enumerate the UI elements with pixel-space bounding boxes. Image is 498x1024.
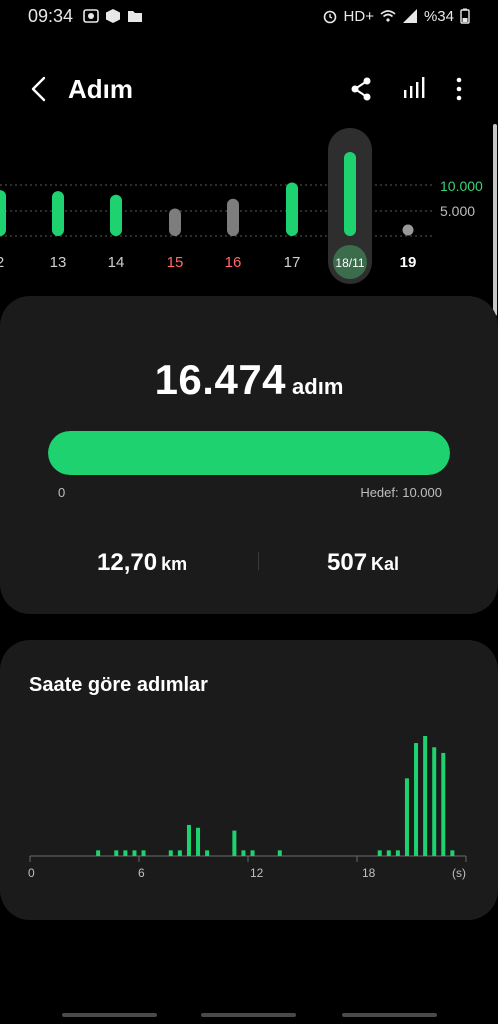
distance-value: 12,70 xyxy=(97,549,158,576)
hourly-bar xyxy=(96,850,101,856)
calories-unit: Kal xyxy=(371,554,400,574)
folder-notification-icon xyxy=(128,11,143,22)
hourly-bar xyxy=(114,850,119,856)
status-bar: 09:34 HD+ %34 xyxy=(0,0,498,32)
day-label-15[interactable]: 15 xyxy=(155,254,195,271)
hourly-bar xyxy=(141,850,146,856)
hourly-bar xyxy=(250,850,255,856)
nav-back-handle[interactable] xyxy=(342,1013,437,1017)
hour-tick-12: 12 xyxy=(250,866,264,880)
calories-value: 507 xyxy=(327,549,368,576)
hourly-bar xyxy=(386,850,391,856)
goal-gridline-label: 10.000 xyxy=(440,178,483,194)
distance-stat: 12,70 km xyxy=(97,549,187,577)
nav-recents-handle[interactable] xyxy=(62,1013,157,1017)
wifi-icon xyxy=(380,10,396,22)
day-label-19[interactable]: 19 xyxy=(388,254,428,271)
hourly-bar xyxy=(241,850,246,856)
calories-stat: 507 Kal xyxy=(327,549,399,577)
distance-unit: km xyxy=(161,554,188,574)
hourly-bar xyxy=(232,830,237,856)
scrollbar[interactable] xyxy=(493,124,497,316)
hourly-bar xyxy=(132,850,137,856)
system-nav-bar xyxy=(0,1000,498,1024)
progress-goal-label: Hedef: 10.000 xyxy=(360,485,442,500)
trends-chart-icon[interactable] xyxy=(400,74,430,104)
day-dot-19[interactable] xyxy=(402,224,414,236)
box-notification-icon xyxy=(106,9,121,23)
hourly-chart-canvas xyxy=(29,736,467,862)
hourly-bar xyxy=(450,850,455,856)
status-time: 09:34 xyxy=(28,5,74,26)
hourly-bar xyxy=(196,827,201,856)
hour-tick-unit: (s) xyxy=(452,866,466,880)
day-bar-18/11[interactable] xyxy=(344,152,356,236)
hourly-bar xyxy=(432,747,437,856)
more-options-icon[interactable] xyxy=(444,74,474,104)
step-unit: adım xyxy=(292,374,344,399)
hourly-bar xyxy=(123,850,128,856)
goal-progress-fill xyxy=(48,431,450,475)
hourly-bar xyxy=(205,850,210,856)
day-bar-15[interactable] xyxy=(169,208,181,236)
hourly-bar xyxy=(423,736,428,856)
nav-home-handle[interactable] xyxy=(201,1013,296,1017)
day-label-14[interactable]: 14 xyxy=(96,254,136,271)
alarm-icon xyxy=(323,10,336,24)
hourly-steps-card[interactable]: Saate göre adımlar 0 6 12 18 (s) xyxy=(0,640,498,920)
app-bar: Adım xyxy=(0,62,498,116)
day-bar-2[interactable] xyxy=(0,190,6,236)
hourly-bar xyxy=(441,752,446,856)
share-icon[interactable] xyxy=(346,74,376,104)
daily-summary-card: 16.474 adım 0 Hedef: 10.000 12,70 km 507 Ka… xyxy=(0,296,498,614)
hourly-bar xyxy=(395,850,400,856)
hour-tick-6: 6 xyxy=(138,866,145,880)
day-bar-14[interactable] xyxy=(110,194,122,236)
battery-icon xyxy=(460,8,470,24)
stat-divider xyxy=(258,552,259,570)
day-label-2[interactable]: 2 xyxy=(0,254,20,271)
battery-label: %34 xyxy=(423,7,454,25)
day-label-18/11[interactable]: 18/11 xyxy=(330,256,370,270)
day-label-17[interactable]: 17 xyxy=(272,254,312,271)
progress-min-label: 0 xyxy=(58,485,66,500)
hourly-bar xyxy=(277,850,282,856)
hourly-bar xyxy=(177,850,182,856)
half-gridline-label: 5.000 xyxy=(440,203,476,219)
hourly-bar xyxy=(186,824,191,856)
goal-progress-bar xyxy=(48,431,450,475)
step-count: 16.474 xyxy=(154,356,287,403)
day-bar-13[interactable] xyxy=(52,191,64,236)
hour-tick-0: 0 xyxy=(28,866,35,880)
day-bar-16[interactable] xyxy=(227,198,239,236)
camera-notification-icon xyxy=(83,9,99,23)
day-label-13[interactable]: 13 xyxy=(38,254,78,271)
hourly-bar xyxy=(414,743,419,856)
hourly-bar xyxy=(168,850,173,856)
hourly-bar xyxy=(377,850,382,856)
back-arrow-icon[interactable] xyxy=(26,74,52,104)
page-title: Adım xyxy=(68,74,133,104)
hourly-bar xyxy=(404,778,409,856)
day-label-16[interactable]: 16 xyxy=(213,254,253,271)
day-bar-17[interactable] xyxy=(286,182,298,236)
network-label: HD+ xyxy=(343,7,374,25)
hour-tick-18: 18 xyxy=(362,866,376,880)
signal-icon xyxy=(402,9,417,23)
